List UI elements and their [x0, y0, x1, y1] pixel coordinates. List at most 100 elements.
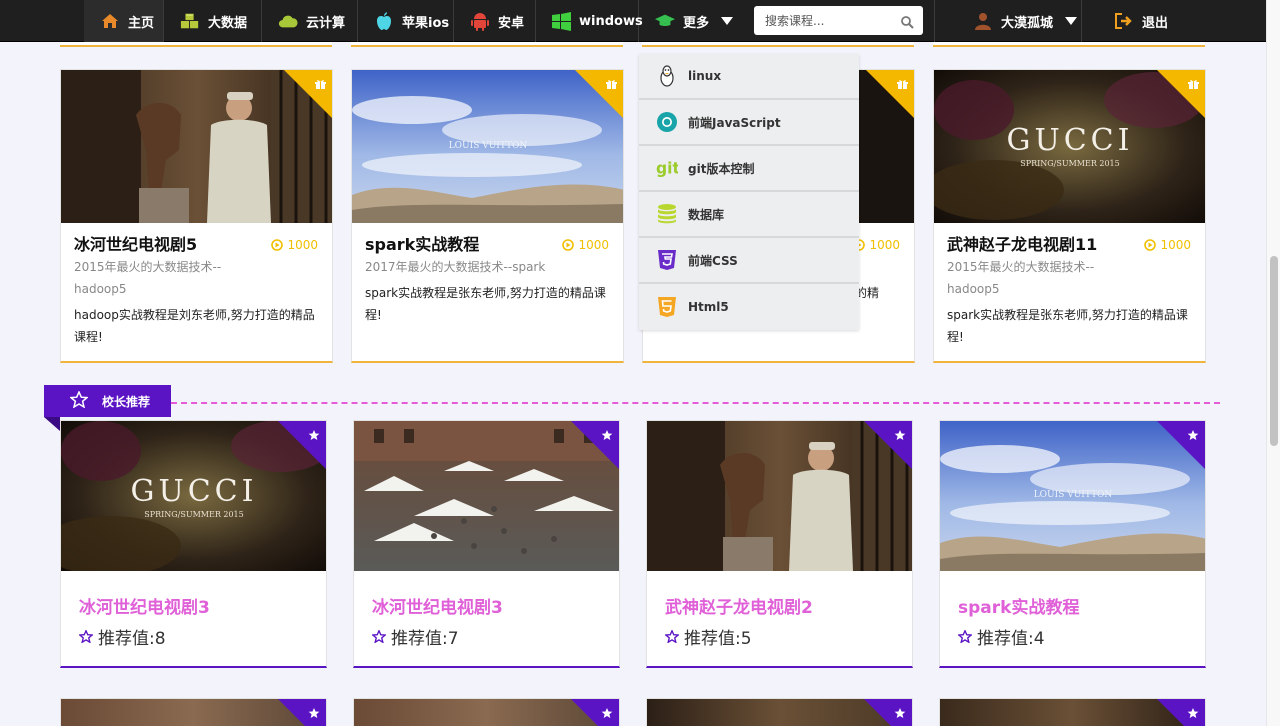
- search-icon[interactable]: [901, 14, 914, 33]
- nav-cloud[interactable]: 云计算: [262, 0, 358, 42]
- more-dropdown-menu: linux 前端JavaScript git git版本控制 数据库 前端CSS…: [639, 54, 859, 330]
- user-name: 大漠孤城: [1001, 15, 1054, 31]
- course-description: hadoop实战教程是刘东老师,努力打造的精品课程!: [74, 308, 315, 344]
- recommend-value-text: 推荐值:8: [98, 629, 166, 649]
- html5-icon: [656, 296, 678, 318]
- dropdown-item-javascript[interactable]: 前端JavaScript: [639, 100, 859, 146]
- star-icon: [308, 426, 320, 445]
- chevron-down-icon: [1065, 17, 1078, 25]
- dropdown-item-linux[interactable]: linux: [639, 54, 859, 100]
- course-description: 的精: [855, 286, 880, 300]
- logout-button[interactable]: 退出: [1098, 0, 1188, 42]
- nav-more-label: 更多: [683, 15, 710, 31]
- git-icon: git: [656, 157, 678, 179]
- course-title[interactable]: spark实战教程: [958, 593, 1079, 618]
- course-title[interactable]: 冰河世纪电视剧5: [74, 231, 197, 255]
- scrollbar-thumb[interactable]: [1270, 256, 1278, 446]
- page-scrollbar[interactable]: [1266, 0, 1280, 726]
- star-outline-icon: [79, 630, 93, 643]
- recommended-card[interactable]: [939, 698, 1206, 726]
- recommend-value: 推荐值:7: [372, 624, 459, 649]
- dropdown-item-label: Html5: [688, 300, 729, 314]
- course-title[interactable]: spark实战教程: [365, 231, 479, 255]
- nav-home-label: 主页: [128, 15, 155, 31]
- gift-icon: [897, 75, 908, 94]
- view-count-value: 1000: [578, 238, 609, 252]
- user-menu[interactable]: 大漠孤城: [934, 0, 1082, 42]
- android-icon: [470, 11, 490, 31]
- course-subtitle: 2015年最火的大数据技术--hadoop5: [74, 260, 222, 296]
- nav-home[interactable]: 主页: [84, 0, 164, 42]
- brand-watermark: GUCCI: [130, 474, 257, 509]
- apple-icon: [374, 11, 394, 31]
- css3-icon: [656, 249, 678, 271]
- dropdown-item-git[interactable]: git git版本控制: [639, 146, 859, 192]
- recommended-card[interactable]: [646, 698, 913, 726]
- gift-icon: [606, 75, 617, 94]
- gift-icon: [1188, 75, 1199, 94]
- nav-android-label: 安卓: [498, 15, 525, 31]
- course-title[interactable]: 武神赵子龙电视剧11: [947, 231, 1097, 255]
- brand-watermark: LOUIS VUITTON: [449, 141, 528, 151]
- recommended-card[interactable]: [353, 698, 620, 726]
- course-card[interactable]: LOUIS VUITTON spark实战教程 1000 2017年最火的大数据…: [351, 69, 624, 363]
- view-count: 1000: [853, 238, 900, 252]
- recommend-value: 推荐值:8: [79, 624, 166, 649]
- card-partial: [351, 42, 623, 47]
- recommend-value-text: 推荐值:5: [684, 629, 752, 649]
- nav-windows-label: windows: [579, 13, 643, 29]
- windows-icon: [552, 11, 571, 31]
- play-circle-icon: [562, 239, 575, 251]
- dropdown-item-label: 数据库: [688, 207, 725, 222]
- dropdown-item-css[interactable]: 前端CSS: [639, 238, 859, 284]
- svg-text:git: git: [656, 160, 678, 178]
- star-icon: [894, 704, 906, 723]
- brand-watermark-sub: SPRING/SUMMER 2015: [1020, 159, 1120, 168]
- section-header: 校长推荐: [44, 385, 171, 417]
- recommended-card[interactable]: 武神赵子龙电视剧2 推荐值:5: [646, 420, 913, 668]
- nav-bigdata[interactable]: 大数据: [164, 0, 262, 42]
- star-icon: [601, 704, 613, 723]
- recommended-card[interactable]: 冰河世纪电视剧3 推荐值:7: [353, 420, 620, 668]
- dropdown-item-label: git版本控制: [688, 161, 755, 176]
- play-circle-icon: [271, 239, 284, 251]
- recommended-card[interactable]: GUCCI SPRING/SUMMER 2015 冰河世纪电视剧3 推荐值:8: [60, 420, 327, 668]
- card-partial: [933, 42, 1205, 47]
- nav-cloud-label: 云计算: [306, 15, 346, 31]
- star-icon: [308, 704, 320, 723]
- star-outline-icon: [958, 630, 972, 643]
- nav-android[interactable]: 安卓: [454, 0, 536, 42]
- course-title[interactable]: 武神赵子龙电视剧2: [665, 593, 813, 618]
- star-icon: [1187, 704, 1199, 723]
- recommend-value-text: 推荐值:7: [391, 629, 459, 649]
- dropdown-item-database[interactable]: 数据库: [639, 192, 859, 238]
- cubes-icon: [180, 11, 200, 31]
- nav-more[interactable]: 更多: [639, 0, 741, 42]
- gift-icon: [315, 75, 326, 94]
- course-card[interactable]: GUCCI SPRING/SUMMER 2015 武神赵子龙电视剧11 1000…: [933, 69, 1206, 363]
- search-box: [754, 6, 923, 35]
- section-title: 校长推荐: [102, 394, 151, 409]
- nav-bigdata-label: 大数据: [208, 15, 248, 31]
- course-card[interactable]: 冰河世纪电视剧5 1000 2015年最火的大数据技术--hadoop5 had…: [60, 69, 333, 363]
- view-count-value: 1000: [287, 238, 318, 252]
- star-outline-icon: [69, 390, 89, 411]
- database-icon: [656, 203, 678, 225]
- dropdown-item-label: 前端CSS: [688, 253, 738, 268]
- view-count-value: 1000: [869, 238, 900, 252]
- recommend-value: 推荐值:5: [665, 624, 752, 649]
- recommended-card[interactable]: LOUIS VUITTON spark实战教程 推荐值:4: [939, 420, 1206, 668]
- course-title[interactable]: 冰河世纪电视剧3: [372, 593, 503, 618]
- graduation-cap-icon: [655, 11, 675, 31]
- brand-watermark: LOUIS VUITTON: [1034, 490, 1113, 500]
- dropdown-item-html5[interactable]: Html5: [639, 284, 859, 330]
- nav-windows[interactable]: windows: [536, 0, 643, 42]
- user-icon: [973, 11, 993, 31]
- top-navbar: 主页 大数据 云计算 苹果ios 安卓 windows 更多 搜索课程... 大…: [0, 0, 1280, 42]
- chevron-down-icon: [721, 17, 734, 25]
- recommended-card[interactable]: [60, 698, 327, 726]
- nav-ios[interactable]: 苹果ios: [358, 0, 454, 42]
- course-title[interactable]: 冰河世纪电视剧3: [79, 593, 210, 618]
- ribbon-fold: [44, 417, 60, 431]
- search-input[interactable]: [754, 13, 894, 28]
